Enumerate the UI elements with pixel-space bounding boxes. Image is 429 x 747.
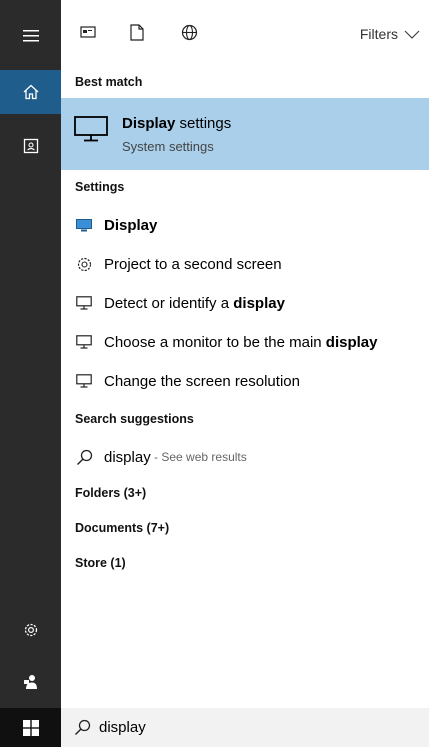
settings-item-detect[interactable]: Detect or identify a display [75,288,425,318]
settings-item-label: Change the screen resolution [104,372,300,390]
settings-icon [24,623,37,637]
settings-item-label: Project to a second screen [104,255,282,273]
settings-item-label: Display [104,216,158,234]
web-suggestion-item[interactable]: display - See web results [75,442,425,472]
left-rail [0,0,61,747]
apps-filter-button[interactable] [80,24,96,40]
hamburger-icon [22,30,39,42]
monitor-icon [76,335,92,349]
home-icon [23,84,38,100]
best-match-result[interactable]: Display settings System settings [61,98,429,170]
search-results-panel: Filters Best match Display settings Syst… [61,0,429,708]
best-match-subtitle: System settings [122,139,214,154]
suggestion-text: display [104,448,151,466]
feedback-button[interactable] [0,660,61,704]
monitor-icon [76,296,92,310]
document-icon [130,24,144,41]
monitor-icon [74,116,108,142]
taskbar [0,708,429,747]
search-input[interactable] [99,719,359,736]
windows-logo-icon [22,719,39,736]
settings-button[interactable] [0,608,61,652]
gear-outline-icon [77,257,91,271]
folders-heading[interactable]: Folders (3+) [75,486,146,500]
monitor-icon [76,374,92,388]
documents-heading[interactable]: Documents (7+) [75,521,169,535]
notebook-icon [23,138,38,154]
settings-item-resolution[interactable]: Change the screen resolution [75,366,425,396]
settings-item-label: Choose a monitor to be the main display [104,333,378,351]
settings-item-main-monitor[interactable]: Choose a monitor to be the main display [75,327,425,357]
notebook-button[interactable] [0,124,61,168]
home-button[interactable] [0,70,61,114]
best-match-heading: Best match [75,75,143,89]
suggestion-hint: - See web results [150,450,247,464]
web-filter-button[interactable] [181,24,198,41]
search-suggestions-heading: Search suggestions [75,412,194,426]
chevron-down-icon [404,30,420,39]
start-button[interactable] [0,708,61,747]
settings-heading: Settings [75,180,125,194]
settings-item-label: Detect or identify a display [104,294,285,312]
filters-label: Filters [359,26,398,42]
taskbar-search-box[interactable] [61,708,429,747]
hamburger-menu-button[interactable] [0,14,61,58]
apps-icon [80,26,96,38]
filters-dropdown[interactable]: Filters [360,26,420,42]
best-match-title: Display settings [122,115,232,132]
feedback-icon [23,675,37,689]
settings-item-project[interactable]: Project to a second screen [75,249,425,279]
search-icon [75,719,91,735]
documents-filter-button[interactable] [130,24,144,41]
search-icon [76,449,92,465]
web-icon [181,24,198,41]
settings-item-display[interactable]: Display [75,210,425,240]
store-heading[interactable]: Store (1) [75,556,126,570]
filter-toolbar: Filters [61,0,429,68]
display-color-icon [76,218,92,231]
